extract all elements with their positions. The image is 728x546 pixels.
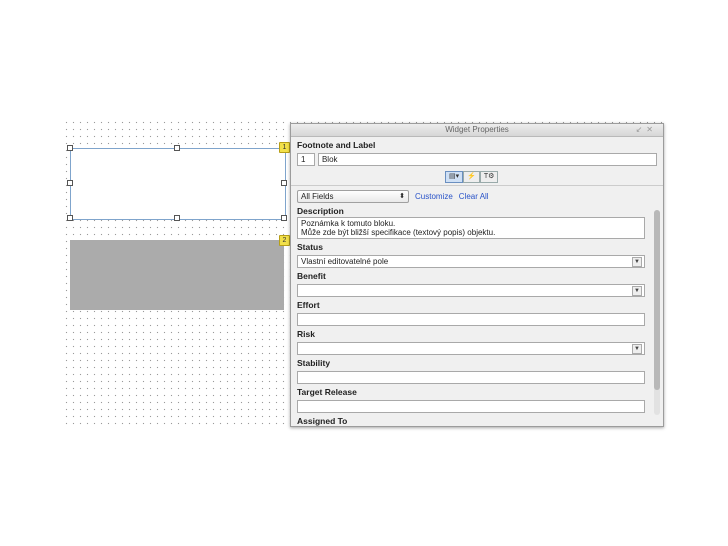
dropdown-arrow-icon: ▼ bbox=[632, 286, 642, 296]
resize-handle-bottom-right[interactable] bbox=[281, 215, 287, 221]
dropdown-arrow-icon: ▼ bbox=[632, 257, 642, 267]
panel-titlebar[interactable]: Widget Properties ↙✕ bbox=[291, 124, 663, 137]
footnote-badge[interactable]: 2 bbox=[279, 235, 290, 246]
benefit-label: Benefit bbox=[297, 271, 326, 281]
clear-all-link[interactable]: Clear All bbox=[459, 192, 489, 201]
widget-properties-panel: Widget Properties ↙✕ Footnote and Label … bbox=[290, 123, 664, 427]
dropdown-arrow-icon: ▼ bbox=[632, 344, 642, 354]
status-label: Status bbox=[297, 242, 323, 252]
risk-select[interactable]: ▼ bbox=[297, 342, 645, 355]
fields-filter-dropdown[interactable]: All Fields ⬍ bbox=[297, 190, 409, 203]
risk-label: Risk bbox=[297, 329, 315, 339]
description-textarea[interactable]: Poznámka k tomuto bloku. Může zde být bl… bbox=[297, 217, 645, 239]
properties-toolbar: ▤▾ ⚡ T⚙ bbox=[291, 169, 663, 186]
benefit-select[interactable]: ▼ bbox=[297, 284, 645, 297]
customize-link[interactable]: Customize bbox=[415, 192, 453, 201]
resize-handle-bottom-left[interactable] bbox=[67, 215, 73, 221]
collapse-icon[interactable]: ↙ bbox=[636, 125, 647, 134]
properties-tab-button[interactable]: ▤▾ bbox=[445, 171, 464, 183]
gray-widget-block[interactable] bbox=[70, 240, 284, 310]
close-icon[interactable]: ✕ bbox=[646, 125, 657, 134]
status-value: Vlastní editovatelné pole bbox=[301, 257, 389, 266]
scrollbar-thumb[interactable] bbox=[654, 210, 660, 390]
description-line: Může zde být bližší specifikace (textový… bbox=[301, 228, 496, 237]
panel-scrollbar[interactable] bbox=[654, 210, 660, 415]
description-label: Description bbox=[297, 206, 344, 216]
target-release-field[interactable] bbox=[297, 400, 645, 413]
stability-field[interactable] bbox=[297, 371, 645, 384]
footnote-badge[interactable]: 1 bbox=[279, 142, 290, 153]
footnote-label-heading: Footnote and Label bbox=[297, 140, 376, 150]
footnote-number-field[interactable]: 1 bbox=[297, 153, 315, 166]
label-field[interactable]: Blok bbox=[317, 153, 657, 166]
assigned-to-label: Assigned To bbox=[297, 416, 348, 426]
status-select[interactable]: Vlastní editovatelné pole ▼ bbox=[297, 255, 645, 268]
panel-title: Widget Properties bbox=[445, 125, 509, 134]
text-style-tab-button[interactable]: T⚙ bbox=[479, 171, 499, 183]
resize-handle-left[interactable] bbox=[67, 180, 73, 186]
resize-handle-bottom[interactable] bbox=[174, 215, 180, 221]
resize-handle-top[interactable] bbox=[174, 145, 180, 151]
effort-label: Effort bbox=[297, 300, 320, 310]
resize-handle-top-left[interactable] bbox=[67, 145, 73, 151]
actions-tab-button[interactable]: ⚡ bbox=[463, 171, 480, 183]
target-release-label: Target Release bbox=[297, 387, 357, 397]
description-line: Poznámka k tomuto bloku. bbox=[301, 219, 396, 228]
effort-field[interactable] bbox=[297, 313, 645, 326]
resize-handle-right[interactable] bbox=[281, 180, 287, 186]
fields-filter-value: All Fields bbox=[301, 192, 334, 201]
stability-label: Stability bbox=[297, 358, 331, 368]
selected-widget-box[interactable] bbox=[70, 148, 286, 220]
updown-chevron-icon: ⬍ bbox=[399, 193, 405, 200]
